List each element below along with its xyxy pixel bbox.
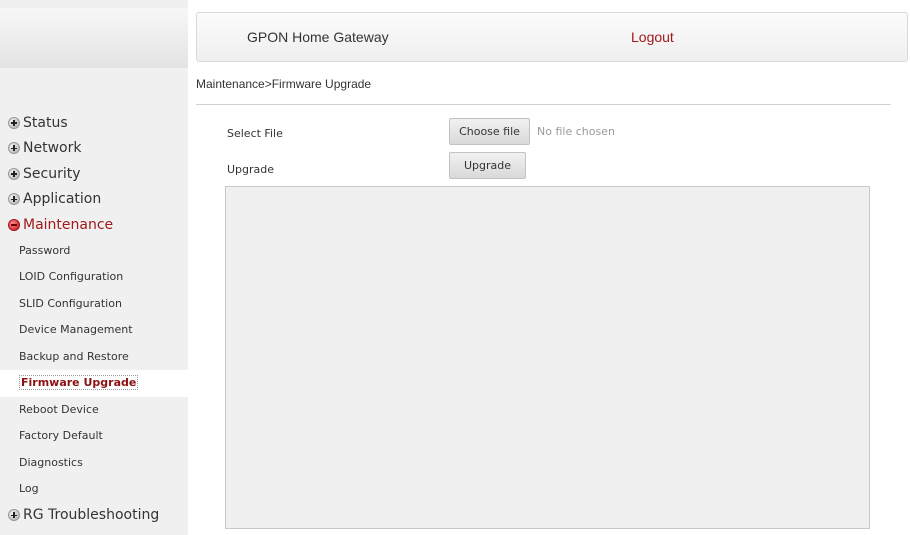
sidebar-subitem-log[interactable]: Log <box>0 476 188 503</box>
sidebar-item-status[interactable]: Status <box>0 110 188 136</box>
sidebar-subitem-diagnostics[interactable]: Diagnostics <box>0 450 188 477</box>
sidebar-item-maintenance[interactable]: Maintenance <box>0 212 188 238</box>
sidebar-subitem-firmware-upgrade[interactable]: Firmware Upgrade <box>0 370 188 397</box>
sidebar-item-label: RG Troubleshooting <box>23 507 160 524</box>
sidebar-subitem-backup-and-restore[interactable]: Backup and Restore <box>0 344 188 371</box>
logo-area <box>0 8 188 68</box>
upgrade-output-area <box>225 186 870 529</box>
divider <box>196 104 891 105</box>
sidebar-item-rg-troubleshooting[interactable]: RG Troubleshooting <box>0 503 188 529</box>
upgrade-button[interactable]: Upgrade <box>449 152 526 179</box>
header-bar: GPON Home Gateway Logout <box>196 12 908 62</box>
sidebar-subitem-factory-default[interactable]: Factory Default <box>0 423 188 450</box>
expand-icon <box>8 116 20 129</box>
sidebar-subitem-loid-configuration[interactable]: LOID Configuration <box>0 264 188 291</box>
sidebar-item-label: Maintenance <box>23 216 114 233</box>
logout-link[interactable]: Logout <box>631 29 674 45</box>
sidebar-subitem-slid-configuration[interactable]: SLID Configuration <box>0 291 188 318</box>
sidebar-item-label: Network <box>23 140 82 157</box>
sidebar-subitem-device-management[interactable]: Device Management <box>0 317 188 344</box>
expand-icon <box>8 167 20 180</box>
breadcrumb: Maintenance>Firmware Upgrade <box>196 77 372 91</box>
collapse-icon <box>8 218 20 231</box>
choose-file-button[interactable]: Choose file <box>449 118 530 145</box>
sidebar-subitem-label: Firmware Upgrade <box>19 375 139 390</box>
sidebar-item-label: Application <box>23 191 102 208</box>
no-file-status: No file chosen <box>537 125 615 138</box>
sidebar-subitem-password[interactable]: Password <box>0 238 188 265</box>
expand-icon <box>8 193 20 206</box>
select-file-label: Select File <box>227 127 283 140</box>
sidebar-item-application[interactable]: Application <box>0 187 188 213</box>
sidebar-subitem-reboot-device[interactable]: Reboot Device <box>0 397 188 424</box>
sidebar-item-security[interactable]: Security <box>0 161 188 187</box>
sidebar-item-label: Security <box>23 165 81 182</box>
sidebar-menu: Status Network Security Application Main… <box>0 110 188 528</box>
sidebar-item-label: Status <box>23 114 68 131</box>
expand-icon <box>8 509 20 522</box>
sidebar-item-network[interactable]: Network <box>0 136 188 162</box>
header-title: GPON Home Gateway <box>247 29 389 45</box>
upgrade-label: Upgrade <box>227 163 275 176</box>
sidebar: Status Network Security Application Main… <box>0 0 188 535</box>
expand-icon <box>8 142 20 155</box>
